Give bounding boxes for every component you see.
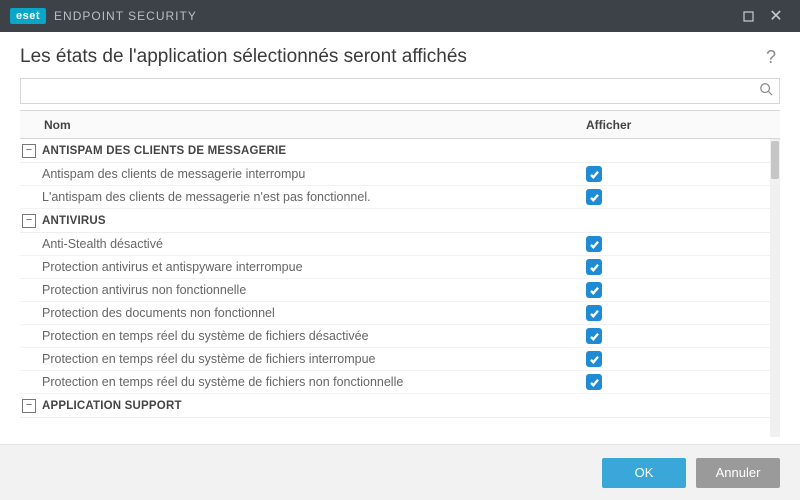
item-label: Antispam des clients de messagerie inter… <box>20 167 586 181</box>
search-input[interactable] <box>27 84 759 98</box>
show-checkbox[interactable] <box>586 189 602 205</box>
table-row: Protection en temps réel du système de f… <box>20 325 780 348</box>
show-cell <box>586 259 766 275</box>
item-label: Protection antivirus et antispyware inte… <box>20 260 586 274</box>
scrollbar-track[interactable] <box>770 139 780 437</box>
cancel-button[interactable]: Annuler <box>696 458 780 488</box>
show-checkbox[interactable] <box>586 374 602 390</box>
table-row: Antispam des clients de messagerie inter… <box>20 163 780 186</box>
table-header: Nom Afficher <box>20 111 780 139</box>
maximize-icon[interactable] <box>734 2 762 30</box>
show-checkbox[interactable] <box>586 236 602 252</box>
group-label: ANTIVIRUS <box>42 215 106 227</box>
show-cell <box>586 328 766 344</box>
dialog-footer: OK Annuler <box>0 444 800 500</box>
table-row: L'antispam des clients de messagerie n'e… <box>20 186 780 209</box>
table-row: Protection des documents non fonctionnel <box>20 302 780 325</box>
group-label: ANTISPAM DES CLIENTS DE MESSAGERIE <box>42 145 286 157</box>
group-row[interactable]: −ANTIVIRUS <box>20 209 780 233</box>
table-row: Anti-Stealth désactivé <box>20 233 780 256</box>
show-cell <box>586 189 766 205</box>
collapse-icon[interactable]: − <box>22 144 36 158</box>
collapse-icon[interactable]: − <box>22 214 36 228</box>
show-checkbox[interactable] <box>586 166 602 182</box>
item-label: Protection en temps réel du système de f… <box>20 329 586 343</box>
col-show-header[interactable]: Afficher <box>586 118 766 132</box>
group-label: APPLICATION SUPPORT <box>42 400 182 412</box>
group-row[interactable]: −ANTISPAM DES CLIENTS DE MESSAGERIE <box>20 139 780 163</box>
table-row: Protection en temps réel du système de f… <box>20 348 780 371</box>
search-icon[interactable] <box>759 82 773 101</box>
show-cell <box>586 351 766 367</box>
table-row: Protection en temps réel du système de f… <box>20 371 780 394</box>
ok-button[interactable]: OK <box>602 458 686 488</box>
item-label: Protection antivirus non fonctionnelle <box>20 283 586 297</box>
collapse-icon[interactable]: − <box>22 399 36 413</box>
status-table: Nom Afficher −ANTISPAM DES CLIENTS DE ME… <box>20 110 780 437</box>
help-icon[interactable]: ? <box>762 47 780 68</box>
search-bar[interactable] <box>20 78 780 104</box>
show-checkbox[interactable] <box>586 305 602 321</box>
brand-title: ENDPOINT SECURITY <box>54 9 197 23</box>
close-icon[interactable]: ✕ <box>762 2 790 30</box>
show-checkbox[interactable] <box>586 282 602 298</box>
item-label: L'antispam des clients de messagerie n'e… <box>20 190 586 204</box>
close-glyph: ✕ <box>769 6 782 26</box>
scrollbar-thumb[interactable] <box>771 141 779 179</box>
page-title: Les états de l'application sélectionnés … <box>20 46 762 68</box>
group-row[interactable]: −APPLICATION SUPPORT <box>20 394 780 418</box>
brand-badge: eset <box>10 8 46 24</box>
show-cell <box>586 305 766 321</box>
item-label: Anti-Stealth désactivé <box>20 237 586 251</box>
show-cell <box>586 166 766 182</box>
table-body: −ANTISPAM DES CLIENTS DE MESSAGERIEAntis… <box>20 139 780 437</box>
show-cell <box>586 236 766 252</box>
show-cell <box>586 282 766 298</box>
item-label: Protection des documents non fonctionnel <box>20 306 586 320</box>
col-name-header[interactable]: Nom <box>42 118 586 132</box>
item-label: Protection en temps réel du système de f… <box>20 375 586 389</box>
show-checkbox[interactable] <box>586 351 602 367</box>
titlebar: eset ENDPOINT SECURITY ✕ <box>0 0 800 32</box>
item-label: Protection en temps réel du système de f… <box>20 352 586 366</box>
show-checkbox[interactable] <box>586 328 602 344</box>
show-checkbox[interactable] <box>586 259 602 275</box>
show-cell <box>586 374 766 390</box>
table-row: Protection antivirus non fonctionnelle <box>20 279 780 302</box>
table-row: Protection antivirus et antispyware inte… <box>20 256 780 279</box>
dialog-header: Les états de l'application sélectionnés … <box>0 32 800 78</box>
